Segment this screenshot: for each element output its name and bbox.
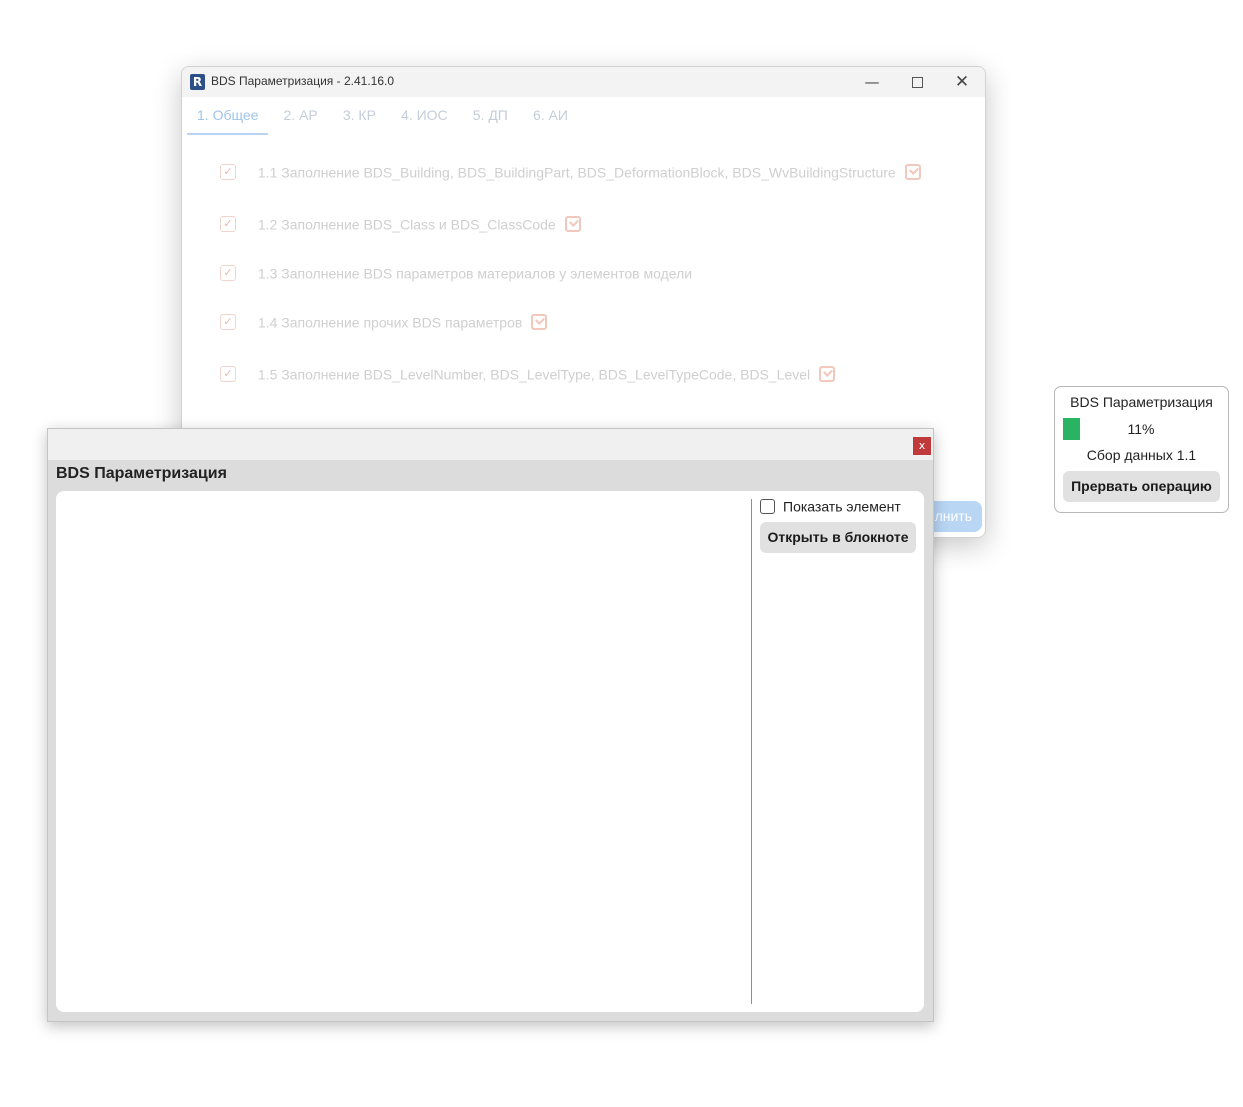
- tab-ar[interactable]: 2. АР: [274, 103, 328, 133]
- dialog-title-bar[interactable]: x: [48, 429, 933, 460]
- dialog-title: BDS Параметризация: [56, 465, 227, 482]
- tab-ai[interactable]: 6. АИ: [523, 103, 578, 133]
- show-element-checkbox[interactable]: Показать элемент: [760, 497, 901, 515]
- option-label: 1.3 Заполнение BDS параметров материалов…: [257, 265, 693, 282]
- option-label: 1.1 Заполнение BDS_Building, BDS_Buildin…: [257, 164, 896, 181]
- close-button[interactable]: ✕: [942, 70, 982, 94]
- abort-operation-button[interactable]: Прервать операцию: [1063, 471, 1220, 502]
- option-checkbox[interactable]: ✓: [220, 216, 236, 233]
- option-checkbox[interactable]: ✓: [220, 265, 236, 282]
- option-1-3[interactable]: ✓ 1.3 Заполнение BDS параметров материал…: [220, 264, 692, 284]
- window-title: BDS Параметризация - 2.41.16.0: [211, 74, 395, 88]
- tab-ios[interactable]: 4. ИОС: [391, 103, 458, 133]
- select-elements-icon[interactable]: [531, 314, 548, 331]
- option-1-1[interactable]: ✓ 1.1 Заполнение BDS_Building, BDS_Build…: [220, 163, 921, 183]
- option-checkbox[interactable]: ✓: [220, 164, 236, 181]
- dialog-close-button[interactable]: x: [913, 437, 931, 455]
- tab-bar: 1. Общее 2. АР 3. КР 4. ИОС 5. ДП 6. АИ: [187, 103, 578, 137]
- option-checkbox[interactable]: ✓: [220, 366, 236, 383]
- progress-bar: 11%: [1063, 418, 1219, 440]
- option-checkbox[interactable]: ✓: [220, 314, 236, 331]
- show-element-label: Показать элемент: [783, 498, 901, 515]
- option-label: 1.4 Заполнение прочих BDS параметров: [257, 314, 523, 331]
- option-label: 1.2 Заполнение BDS_Class и BDS_ClassCode: [257, 216, 556, 233]
- log-output-area[interactable]: [56, 499, 752, 1004]
- tab-kr[interactable]: 3. КР: [333, 103, 386, 133]
- minimize-button[interactable]: —: [852, 70, 892, 94]
- checkbox-box[interactable]: [760, 498, 775, 514]
- progress-title: BDS Параметризация: [1070, 394, 1213, 410]
- dialog-content-panel: Показать элемент Открыть в блокноте: [56, 491, 924, 1012]
- select-elements-icon[interactable]: [904, 164, 921, 181]
- title-bar[interactable]: R BDS Параметризация - 2.41.16.0 — ✕: [182, 67, 985, 97]
- progress-percent: 11%: [1127, 421, 1155, 437]
- option-label: 1.5 Заполнение BDS_LevelNumber, BDS_Leve…: [257, 366, 811, 383]
- progress-popup: BDS Параметризация 11% Сбор данных 1.1 П…: [1054, 386, 1229, 513]
- progress-status: Сбор данных 1.1: [1086, 447, 1197, 463]
- open-notepad-button[interactable]: Открыть в блокноте: [760, 522, 916, 553]
- option-1-4[interactable]: ✓ 1.4 Заполнение прочих BDS параметров: [220, 313, 548, 333]
- maximize-button[interactable]: [897, 70, 937, 94]
- select-elements-icon[interactable]: [564, 216, 581, 233]
- log-dialog: x BDS Параметризация Показать элемент От…: [47, 428, 934, 1022]
- select-elements-icon[interactable]: [819, 366, 836, 383]
- option-1-5[interactable]: ✓ 1.5 Заполнение BDS_LevelNumber, BDS_Le…: [220, 365, 836, 385]
- app-logo-icon: R: [190, 74, 205, 90]
- tab-dp[interactable]: 5. ДП: [463, 103, 518, 133]
- maximize-icon: [911, 77, 923, 88]
- option-1-2[interactable]: ✓ 1.2 Заполнение BDS_Class и BDS_ClassCo…: [220, 215, 581, 235]
- tab-general[interactable]: 1. Общее: [187, 103, 269, 135]
